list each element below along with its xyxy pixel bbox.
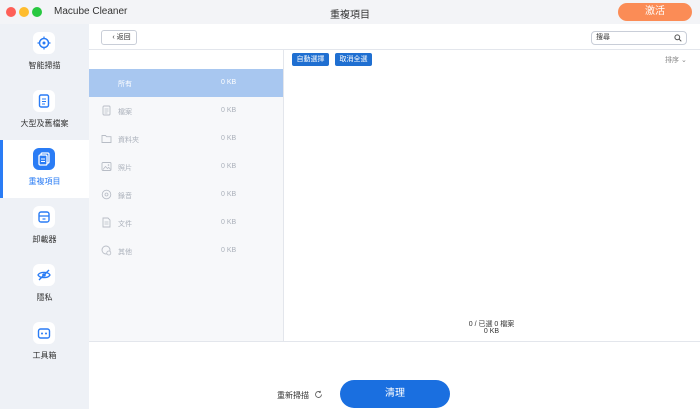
photo-icon [101,162,112,171]
sort-label: 排序 [665,57,679,64]
category-size: 0 KB [221,219,237,226]
sidebar-item-label: 重複項目 [28,177,61,186]
sidebar-item-label: 卸載器 [32,235,57,244]
deselect-all-button[interactable]: 取消全選 [335,53,372,66]
category-name: 資料夾 [118,137,139,144]
chevron-down-icon: ⌄ [680,57,687,64]
category-name: 所有 [118,81,132,88]
sidebar-item-label: 大型及舊檔案 [20,119,69,128]
sidebar-item-label: 隱私 [36,293,53,302]
search-input[interactable]: 搜尋 [591,31,687,45]
sidebar-item-toolbox[interactable]: 工具箱 [0,314,89,372]
large-file-icon [33,90,55,112]
auto-select-button[interactable]: 自動選擇 [292,53,329,66]
back-button-label: 返回 [116,34,131,41]
scan-icon [33,32,55,54]
category-name: 照片 [118,165,132,172]
sidebar-item-label: 智能掃描 [28,61,61,70]
sidebar-item-large-old-files[interactable]: 大型及舊檔案 [0,82,89,140]
uninstaller-icon [33,206,55,228]
search-placeholder: 搜尋 [596,34,610,41]
sidebar-item-duplicates[interactable]: 重複項目 [0,140,89,198]
folder-icon [101,135,112,143]
footer: 重新掃描 清理 [89,342,700,409]
document-icon [102,217,111,228]
sidebar-item-label: 工具箱 [32,351,57,360]
category-size: 0 KB [221,107,237,114]
window-title: 重複項目 [330,10,370,21]
category-name: 檔案 [118,109,132,116]
file-icon [102,105,111,116]
audio-icon [101,189,112,200]
category-size: 0 KB [221,135,237,142]
category-size: 0 KB [221,163,237,170]
category-name: 其他 [118,249,132,256]
sidebar: 智能掃描 大型及舊檔案 重複項目 卸載器 隱私 工具箱 [0,24,89,409]
rescan-button[interactable]: 重新掃描 [277,390,309,401]
category-audio[interactable]: 錄音 0 KB [89,181,283,209]
category-documents[interactable]: 文件 0 KB [89,209,283,237]
panel-divider [283,50,284,341]
category-size: 0 KB [221,79,237,86]
title-bar: Macube Cleaner 重複項目 激活 [0,0,700,24]
category-name: 錄音 [118,193,132,200]
category-all[interactable]: 所有 0 KB [89,69,283,97]
category-list: 所有 0 KB 檔案 0 KB 資料夾 0 KB 照片 0 KB 錄音 0 KB… [89,69,283,341]
category-folders[interactable]: 資料夾 0 KB [89,125,283,153]
refresh-icon[interactable] [314,390,323,399]
search-icon [674,34,682,42]
category-size: 0 KB [221,247,237,254]
other-icon [101,245,112,256]
activate-button[interactable]: 激活 [618,3,692,21]
back-button[interactable]: ‹ 返回 [101,30,137,45]
sidebar-item-smart-scan[interactable]: 智能掃描 [0,24,89,82]
toolbox-icon [33,322,55,344]
category-other[interactable]: 其他 0 KB [89,237,283,265]
selection-size: 0 KB [483,328,500,335]
sort-dropdown[interactable]: 排序 ⌄ [665,55,687,65]
main-panel: ‹ 返回 搜尋 所有 0 KB 檔案 0 KB 資料夾 0 KB 照片 0 KB [89,24,700,409]
category-size: 0 KB [221,191,237,198]
clean-button[interactable]: 清理 [340,380,450,408]
chevron-left-icon: ‹ [112,34,115,41]
category-files[interactable]: 檔案 0 KB [89,97,283,125]
privacy-icon [33,264,55,286]
sidebar-item-privacy[interactable]: 隱私 [0,256,89,314]
sidebar-item-uninstaller[interactable]: 卸載器 [0,198,89,256]
toolbar: ‹ 返回 搜尋 [89,24,700,50]
category-name: 文件 [118,221,132,228]
duplicate-icon [33,148,55,170]
category-photos[interactable]: 照片 0 KB [89,153,283,181]
